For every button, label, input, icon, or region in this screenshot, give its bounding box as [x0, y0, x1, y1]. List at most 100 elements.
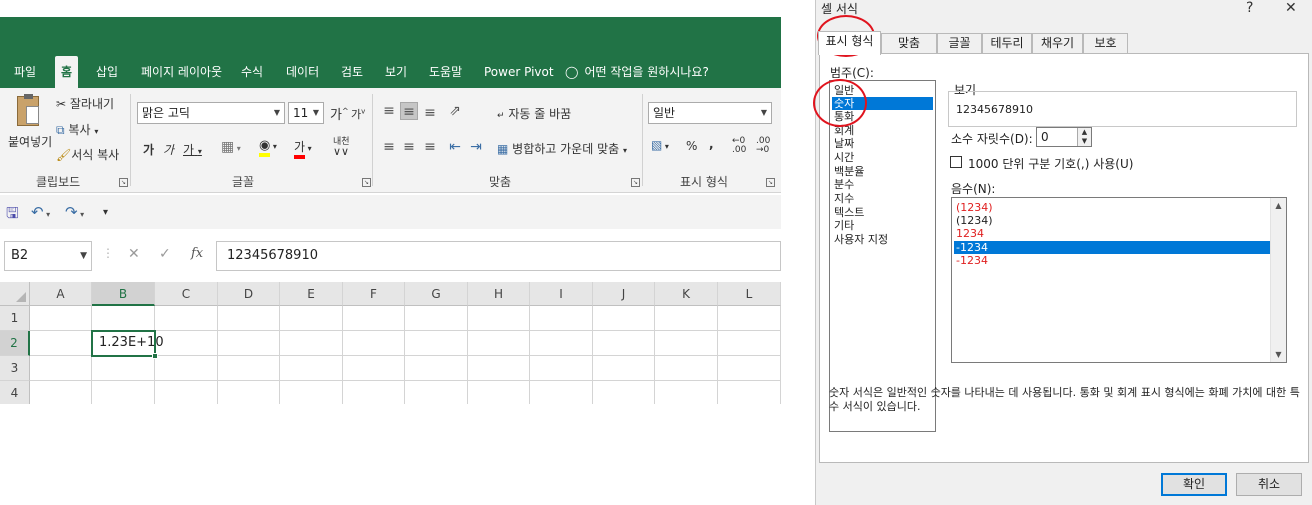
list-item[interactable]: -1234	[954, 254, 1284, 267]
list-item[interactable]: 날짜	[832, 137, 933, 150]
align-right-icon[interactable]: ≡	[421, 138, 439, 156]
grid-cell[interactable]	[530, 356, 593, 381]
grid-cell[interactable]	[218, 356, 280, 381]
grid-cell[interactable]	[280, 331, 343, 356]
borders-icon[interactable]: ▦ ▾	[221, 139, 241, 155]
orientation-icon[interactable]: ⇗	[446, 102, 464, 120]
tab-formulas[interactable]: 수식	[241, 56, 263, 88]
negative-numbers-list[interactable]: (1234) (1234) 1234 -1234 -1234 ▲ ▼	[951, 197, 1287, 363]
grid-cell[interactable]	[718, 331, 781, 356]
grid-cell[interactable]	[718, 306, 781, 331]
tell-me-search[interactable]: ◯ 어떤 작업을 원하시나요?	[565, 56, 709, 88]
shrink-font-button[interactable]: 가v	[351, 106, 365, 122]
middle-align-icon[interactable]: ≡	[400, 102, 418, 120]
grid-cell[interactable]	[655, 306, 718, 331]
grid-cell[interactable]	[280, 306, 343, 331]
grid-cell[interactable]	[92, 381, 155, 404]
column-header[interactable]: F	[343, 282, 405, 306]
tab-home[interactable]: 홈	[55, 56, 79, 88]
tab-review[interactable]: 검토	[341, 56, 363, 88]
tab-help[interactable]: 도움말	[429, 56, 462, 88]
paste-button[interactable]: 붙여넣기	[8, 94, 52, 150]
grid-cell[interactable]	[343, 331, 405, 356]
grid-cell[interactable]	[468, 381, 530, 404]
column-header[interactable]: A	[30, 282, 92, 306]
top-align-icon[interactable]: ≡	[380, 102, 398, 120]
format-painter-button[interactable]: 🖌서식 복사	[56, 146, 119, 163]
scroll-up-icon[interactable]: ▲	[1271, 198, 1286, 213]
grid-cell[interactable]	[530, 381, 593, 404]
grid-cell[interactable]	[155, 381, 218, 404]
tab-font[interactable]: 글꼴	[937, 33, 982, 54]
cut-button[interactable]: ✂ 잘라내기	[56, 95, 114, 112]
cancel-icon[interactable]: ✕	[128, 246, 140, 262]
list-item[interactable]: 일반	[832, 84, 933, 97]
font-name-select[interactable]: 맑은 고딕 ▼	[137, 102, 285, 124]
fill-color-icon[interactable]: ◉ ▾	[259, 138, 277, 157]
decimal-places-spinner[interactable]: 0 ▲ ▼	[1036, 127, 1092, 147]
column-header[interactable]: L	[718, 282, 781, 306]
tab-data[interactable]: 데이터	[286, 56, 319, 88]
dialog-launcher-icon[interactable]: ↘	[766, 178, 775, 187]
redo-icon[interactable]: ↷ ▾	[65, 203, 84, 221]
bold-button[interactable]: 가	[143, 141, 154, 158]
tab-file[interactable]: 파일	[14, 56, 36, 88]
grid-cell[interactable]	[280, 381, 343, 404]
column-header[interactable]: D	[218, 282, 280, 306]
grid-cell[interactable]	[718, 381, 781, 404]
decrease-indent-icon[interactable]: ⇤	[446, 138, 464, 156]
grid-cell[interactable]	[530, 306, 593, 331]
grow-font-button[interactable]: 가^	[330, 104, 349, 123]
increase-decimal-icon[interactable]: ←0.00	[732, 137, 746, 155]
list-item[interactable]: (1234)	[954, 201, 1284, 214]
list-item[interactable]: 분수	[832, 178, 933, 191]
column-header[interactable]: C	[155, 282, 218, 306]
comma-button[interactable]: ,	[709, 137, 714, 151]
list-item[interactable]: 사용자 지정	[832, 233, 933, 246]
decrease-decimal-icon[interactable]: .00 →0	[756, 137, 770, 155]
column-header[interactable]: H	[468, 282, 530, 306]
tab-number[interactable]: 표시 형식	[818, 31, 881, 55]
grid-cell[interactable]	[593, 306, 655, 331]
column-header[interactable]: E	[280, 282, 343, 306]
grid-cell[interactable]	[468, 356, 530, 381]
grid-cell[interactable]	[155, 306, 218, 331]
grid-cell[interactable]	[92, 306, 155, 331]
phonetic-button[interactable]: 내천 ∨∨	[333, 137, 350, 158]
column-header[interactable]: J	[593, 282, 655, 306]
grid-cell[interactable]	[655, 356, 718, 381]
scrollbar[interactable]: ▲ ▼	[1270, 198, 1286, 362]
grid-cell[interactable]	[218, 306, 280, 331]
increase-indent-icon[interactable]: ⇥	[467, 138, 485, 156]
list-item[interactable]: (1234)	[954, 214, 1284, 227]
wrap-text-button[interactable]: ↵ 자동 줄 바꿈	[497, 105, 571, 122]
tab-border[interactable]: 테두리	[982, 33, 1032, 54]
grid-cell[interactable]	[30, 306, 92, 331]
grid-cell[interactable]	[468, 331, 530, 356]
list-item[interactable]: 회계	[832, 124, 933, 137]
column-header[interactable]: K	[655, 282, 718, 306]
save-icon[interactable]: 🖫	[6, 203, 19, 228]
grid-cell[interactable]	[30, 331, 92, 356]
merge-center-button[interactable]: ▦ 병합하고 가운데 맞춤 ▾	[497, 140, 627, 157]
underline-button[interactable]: 가 ▾	[183, 141, 202, 158]
thousands-separator-checkbox[interactable]	[950, 156, 962, 168]
grid-cell[interactable]	[343, 306, 405, 331]
dialog-launcher-icon[interactable]: ↘	[631, 178, 640, 187]
grid-cell[interactable]	[343, 381, 405, 404]
cancel-button[interactable]: 취소	[1236, 473, 1302, 496]
grid-cell[interactable]	[30, 356, 92, 381]
enter-icon[interactable]: ✓	[159, 246, 171, 262]
active-cell-b2[interactable]: 1.23E+10	[91, 330, 164, 357]
grid-cell[interactable]	[405, 306, 468, 331]
tab-protection[interactable]: 보호	[1083, 33, 1128, 54]
grid-cell[interactable]	[593, 381, 655, 404]
column-header[interactable]: G	[405, 282, 468, 306]
grid-cell[interactable]	[405, 331, 468, 356]
grid-cell[interactable]	[343, 356, 405, 381]
grid-cell[interactable]	[155, 331, 218, 356]
tab-alignment[interactable]: 맞춤	[881, 33, 937, 54]
copy-button[interactable]: ⧉ 복사 ▾	[56, 121, 98, 138]
font-color-button[interactable]: 가 ▾	[294, 138, 312, 159]
scroll-down-icon[interactable]: ▼	[1271, 347, 1286, 362]
